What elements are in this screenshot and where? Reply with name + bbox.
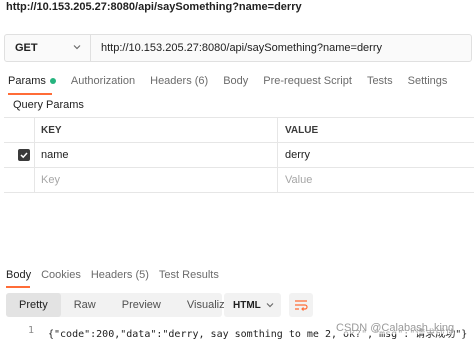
new-key-input[interactable]: Key xyxy=(35,168,278,192)
key-column-header: KEY xyxy=(35,118,278,142)
watermark: CSDN @Calabash_king xyxy=(336,322,455,334)
value-column-header: VALUE xyxy=(285,124,319,136)
line-number: 1 xyxy=(28,325,35,336)
view-preview-button[interactable]: Preview xyxy=(109,293,174,317)
table-row-empty: Key Value xyxy=(4,168,474,193)
tab-params-label: Params xyxy=(8,75,46,87)
param-value-cell[interactable]: derry xyxy=(279,143,474,167)
tab-response-body[interactable]: Body xyxy=(6,269,31,281)
format-label: HTML xyxy=(233,299,261,311)
table-row: name derry xyxy=(4,143,474,168)
query-params-title: Query Params xyxy=(13,99,84,111)
wrap-lines-button[interactable] xyxy=(289,293,313,317)
chevron-down-icon xyxy=(73,45,81,50)
tab-test-results[interactable]: Test Results xyxy=(159,269,219,281)
method-label: GET xyxy=(15,42,38,54)
active-tab-indicator xyxy=(8,93,52,95)
table-header-row: KEY VALUE xyxy=(4,118,474,143)
params-active-dot-icon xyxy=(49,78,56,84)
tab-pre-request-script[interactable]: Pre-request Script xyxy=(263,75,352,87)
wrap-lines-icon xyxy=(295,300,308,311)
request-bar: GET http://10.153.205.27:8080/api/saySom… xyxy=(4,34,472,62)
params-table: KEY VALUE name derry Key Value xyxy=(4,117,474,193)
chevron-down-icon xyxy=(266,303,274,308)
response-tabs: Body Cookies Headers (5) Test Results xyxy=(6,269,229,281)
view-pretty-button[interactable]: Pretty xyxy=(6,293,61,317)
tab-settings[interactable]: Settings xyxy=(408,75,448,87)
request-title: http://10.153.205.27:8080/api/saySomethi… xyxy=(6,1,302,13)
tab-tests[interactable]: Tests xyxy=(367,75,393,87)
view-raw-button[interactable]: Raw xyxy=(61,293,109,317)
tab-params[interactable]: Params xyxy=(8,75,56,87)
method-select[interactable]: GET xyxy=(5,35,91,61)
param-enabled-checkbox[interactable] xyxy=(18,149,30,161)
tab-body[interactable]: Body xyxy=(223,75,248,87)
tab-response-cookies[interactable]: Cookies xyxy=(41,269,81,281)
format-select[interactable]: HTML xyxy=(224,293,281,317)
tab-authorization[interactable]: Authorization xyxy=(71,75,135,87)
param-key-cell[interactable]: name xyxy=(35,143,278,167)
tab-headers[interactable]: Headers (6) xyxy=(150,75,208,87)
check-icon xyxy=(20,152,28,159)
url-input[interactable]: http://10.153.205.27:8080/api/saySomethi… xyxy=(91,35,471,61)
response-tab-indicator xyxy=(6,286,30,288)
request-tabs: Params Authorization Headers (6) Body Pr… xyxy=(8,75,462,87)
new-value-input[interactable]: Value xyxy=(279,168,474,192)
view-mode-bar: Pretty Raw Preview Visualize xyxy=(6,293,231,317)
tab-response-headers[interactable]: Headers (5) xyxy=(91,269,149,281)
